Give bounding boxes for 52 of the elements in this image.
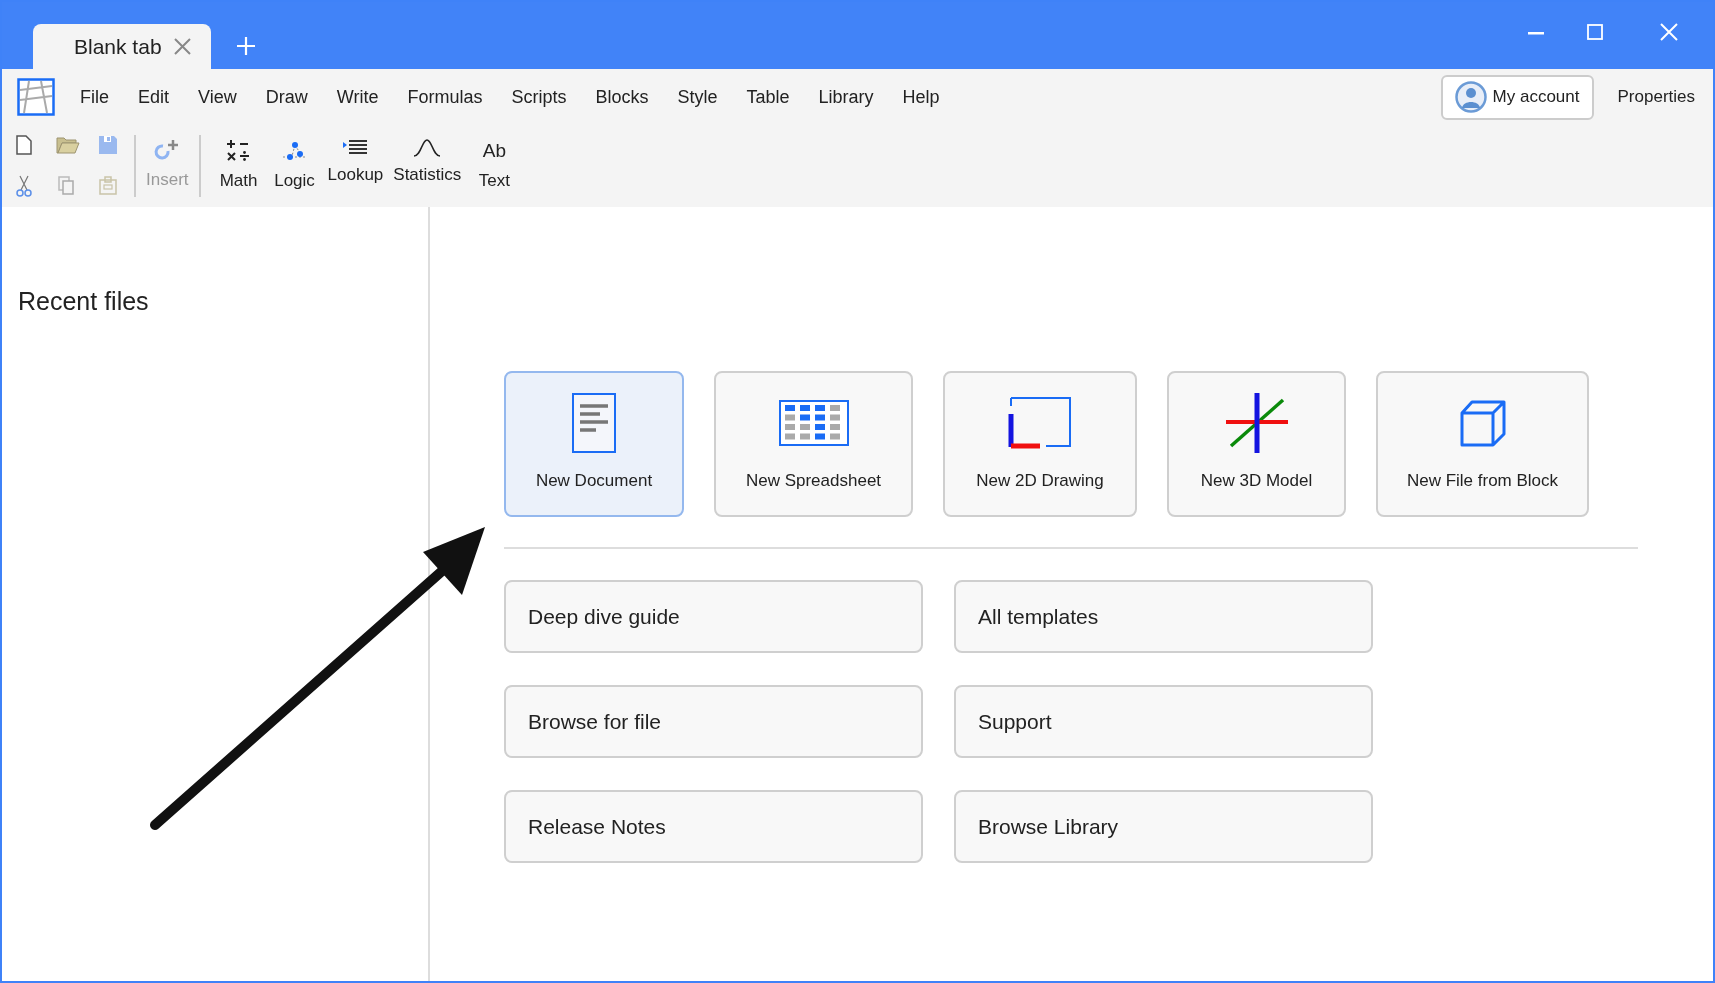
link-button[interactable]: Release Notes — [504, 790, 923, 863]
menu-item[interactable]: Style — [677, 83, 718, 111]
menu-item[interactable]: Library — [818, 83, 874, 111]
link-button[interactable]: Support — [954, 685, 1373, 758]
xyz-axes-icon — [1224, 391, 1289, 454]
cube-icon — [1458, 398, 1507, 447]
folder-icon[interactable] — [56, 135, 80, 155]
menu-item[interactable]: Help — [902, 83, 940, 111]
toolbar-button[interactable]: Logic — [271, 138, 318, 194]
link-button[interactable]: Deep dive guide — [504, 580, 923, 653]
axes-frame-icon — [1008, 395, 1072, 450]
menu-item[interactable]: Formulas — [407, 83, 483, 111]
properties-button[interactable]: Properties — [1617, 84, 1695, 110]
new-file-tile[interactable]: New 3D Model — [1167, 371, 1346, 517]
text-icon: Ab — [482, 138, 506, 165]
maximize-icon[interactable] — [1587, 24, 1603, 40]
new-file-icon[interactable] — [14, 135, 34, 155]
menu-item[interactable]: View — [198, 83, 237, 111]
minimize-icon[interactable] — [1528, 32, 1544, 35]
tab[interactable]: Blank tab — [33, 24, 211, 69]
menu-item[interactable]: Table — [746, 83, 790, 111]
new-file-tile[interactable]: New Spreadsheet — [714, 371, 913, 517]
link-button[interactable]: Browse for file — [504, 685, 923, 758]
new-file-tile[interactable]: New 2D Drawing — [943, 371, 1137, 517]
new-file-tile[interactable]: New File from Block — [1376, 371, 1589, 517]
new-file-tile[interactable]: New Document — [504, 371, 684, 517]
menu-item[interactable]: Edit — [138, 83, 170, 111]
link-button[interactable]: Browse Library — [954, 790, 1373, 863]
app-logo-icon[interactable] — [17, 78, 55, 116]
menu-item[interactable]: Write — [336, 83, 379, 111]
save-icon[interactable] — [98, 135, 118, 155]
sidebar-title: Recent files — [18, 286, 150, 317]
account-button[interactable]: My account — [1440, 74, 1594, 120]
menu-item[interactable]: Draw — [265, 83, 308, 111]
tab-label: Blank tab — [74, 33, 162, 60]
link-button[interactable]: All templates — [954, 580, 1373, 653]
spreadsheet-icon — [778, 399, 849, 446]
toolbar-button[interactable]: Statistics — [393, 138, 462, 194]
menu-item[interactable]: Blocks — [595, 83, 649, 111]
copy-icon[interactable] — [56, 175, 76, 195]
menu-item[interactable]: File — [80, 83, 109, 111]
close-icon[interactable] — [173, 38, 191, 55]
toolbar-button[interactable]: Lookup — [327, 138, 384, 194]
toolbar-button[interactable]: Ab Text — [471, 138, 518, 194]
bell-curve-icon — [413, 138, 442, 159]
avatar-icon — [1454, 81, 1487, 113]
document-icon — [572, 392, 616, 453]
scissors-icon[interactable] — [14, 175, 34, 197]
toolbar-button[interactable]: Math — [215, 138, 262, 194]
add-tab-icon[interactable] — [237, 37, 255, 55]
clipboard-icon[interactable] — [98, 175, 118, 195]
menu-item[interactable]: Scripts — [511, 83, 567, 111]
